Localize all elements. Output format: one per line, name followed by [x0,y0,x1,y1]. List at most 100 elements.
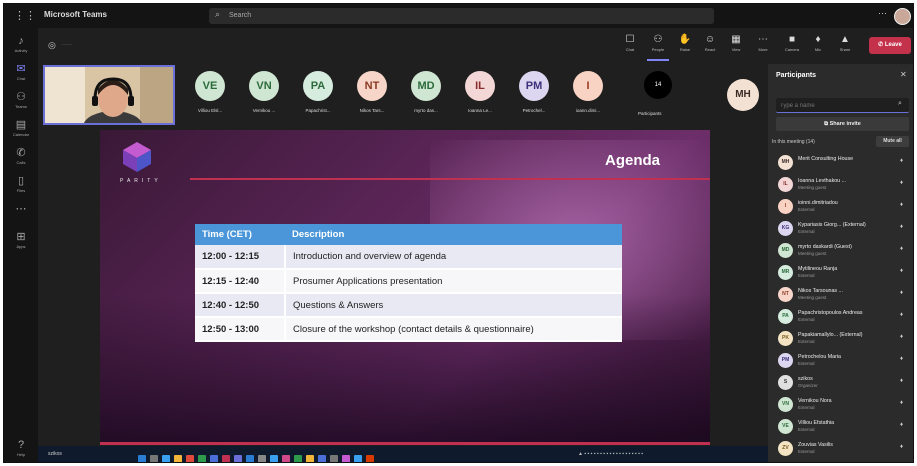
rail-item-calls[interactable]: ✆ Calls [8,146,34,174]
list-item[interactable]: NT Nikos Tarsounas ... Meeting guest ♦ [768,284,913,306]
mic-icon[interactable]: ♦ [900,246,903,252]
avatar: MR [778,265,793,280]
camera-button[interactable]: ■ Camera [780,33,804,61]
avatar: VN [778,397,793,412]
participant-tile[interactable]: VE Villiou Elsl... [183,69,237,125]
file-icon: ▯ [17,175,25,187]
list-item[interactable]: Iioinni.dimitriadou External ♦ [768,196,913,218]
list-item[interactable]: MH Merit Consulting House ♦ [768,152,913,174]
rail-item-label: Calls [16,160,26,165]
list-item[interactable]: PK Papakiamallylo... (External) External ♦ [768,328,913,350]
participant-tile[interactable]: PM Petrochel... [507,69,561,125]
rail-item-help[interactable]: ? Help [8,438,34,462]
presenter-label: szikos [48,451,62,457]
avatar: IL [778,177,793,192]
mic-icon[interactable]: ♦ [900,400,903,406]
rail-item-chat[interactable]: ✉ Chat [8,62,34,90]
avatar: PA [303,71,333,101]
list-item[interactable]: MD myrto daskardi (Guest) Meeting guest ♦ [768,240,913,262]
mic-icon[interactable]: ♦ [900,180,903,186]
list-item[interactable]: PM Petrochelou Maria External ♦ [768,350,913,372]
participant-tile[interactable]: Iioann.dimi... [561,69,615,125]
participant-role: External [798,273,815,278]
invite-search-box[interactable]: ⌕ [776,98,909,113]
meeting-toolbar: ◎ ····· ☐ Chat ⚇ People ✋ Raise ☺ React ▦ View ⋯ Mo… [38,28,768,64]
in-meeting-header[interactable]: In this meeting (14) [772,139,815,145]
list-item[interactable]: Sszikos Organizer ♦ [768,372,913,394]
participant-name: ioinni.dimitriadou [798,200,838,206]
list-item[interactable]: ZV Zouvias Vasilis External ♦ [768,438,913,460]
rail-item-files[interactable]: ▯ Files [8,174,34,202]
rail-item-activity[interactable]: ♪ Activity [8,34,34,62]
share-invite-button[interactable]: ⧉ Share invite [776,117,909,131]
more-options-icon[interactable]: ⋯ [878,8,887,19]
more-participants-badge[interactable]: 14 [644,71,672,99]
avatar: VN [249,71,279,101]
participant-tile[interactable]: MD myrto das... [399,69,453,125]
react-icon: ☺ [704,34,716,45]
mic-icon[interactable]: ♦ [900,378,903,384]
mic-icon[interactable]: ♦ [900,422,903,428]
mic-icon[interactable]: ♦ [900,290,903,296]
mute-all-button[interactable]: Mute all [876,136,909,147]
mic-icon[interactable]: ♦ [900,356,903,362]
participant-tile[interactable]: IL Ioanna Le... [453,69,507,125]
participant-avatar-mh[interactable]: MH [727,79,759,111]
share-button[interactable]: ▲ Share [833,33,857,61]
table-row: 12:40 - 12:50 Questions & Answers [195,293,622,318]
rail-item-apps[interactable]: ⊞ Apps [8,230,34,258]
leave-button[interactable]: ✆ Leave [869,37,911,54]
mic-icon[interactable]: ♦ [900,268,903,274]
mic-icon[interactable]: ♦ [900,334,903,340]
help-icon: ? [17,439,25,451]
participant-tile[interactable]: PA Papachrist... [291,69,345,125]
mic-icon[interactable]: ♦ [900,158,903,164]
mic-button[interactable]: ♦ Mic [806,33,830,61]
list-item[interactable]: PA Papachristopoulos Andreas External ♦ [768,306,913,328]
mic-icon[interactable]: ♦ [900,312,903,318]
share-icon: ▲ [840,34,850,45]
control-label: Chat [625,47,635,52]
raise-button[interactable]: ✋ Raise [674,33,696,61]
list-item[interactable]: KG Kypariasis Giorg... (External) External… [768,218,913,240]
rail-item-more[interactable]: ⋯ [8,202,34,230]
list-item[interactable]: VE Villiou Efstathia External ♦ [768,416,913,438]
list-item[interactable]: IL Ioanna Levthakou ... Meeting guest ♦ [768,174,913,196]
close-icon[interactable]: ✕ [900,70,907,79]
control-label: React [704,47,716,52]
mic-icon[interactable]: ♦ [900,224,903,230]
app-launcher-icon[interactable]: ⋮⋮ [14,10,36,22]
taskbar-app-icons [138,450,378,462]
control-label: Share [839,47,851,52]
search-placeholder[interactable]: Search [229,12,251,19]
shield-icon: ◎ [48,40,56,50]
avatar: I [778,199,793,214]
mic-icon[interactable]: ♦ [900,444,903,450]
participant-tile[interactable]: NT Nikos Tars... [345,69,399,125]
avatar[interactable] [894,8,911,25]
rail-item-teams[interactable]: ⚇ Teams [8,90,34,118]
more-button[interactable]: ⋯ More [752,33,774,61]
list-item[interactable]: VN Vernikou Nora External ♦ [768,394,913,416]
avatar: S [778,375,793,390]
participant-tile[interactable]: VN Vernikou ... [237,69,291,125]
bell-icon: ♪ [18,35,24,47]
apps-icon: ⊞ [16,231,26,243]
avatar: I [573,71,603,101]
rail-item-calendar[interactable]: ▤ Calendar [8,118,34,146]
search-box[interactable]: ⌕ Search [209,8,714,24]
invite-input[interactable] [780,100,890,111]
app-rail: ♪ Activity ✉ Chat ⚇ Teams ▤ Calendar ✆ Calls ▯ File… [4,28,38,462]
react-button[interactable]: ☺ React [699,33,721,61]
self-video-tile[interactable] [43,65,175,125]
participant-role: External [798,361,815,366]
avatar: VE [778,419,793,434]
view-button[interactable]: ▦ View [725,33,747,61]
mic-icon[interactable]: ♦ [900,202,903,208]
people-icon: ⚇ [653,34,663,45]
list-item[interactable]: MR Mytilineou Ranja External ♦ [768,262,913,284]
chat-button[interactable]: ☐ Chat [619,33,641,61]
people-button[interactable]: ⚇ People [647,33,669,61]
participant-name: Nikos Tarsounas ... [798,288,843,294]
parity-logo-text: PARITY [120,178,162,184]
